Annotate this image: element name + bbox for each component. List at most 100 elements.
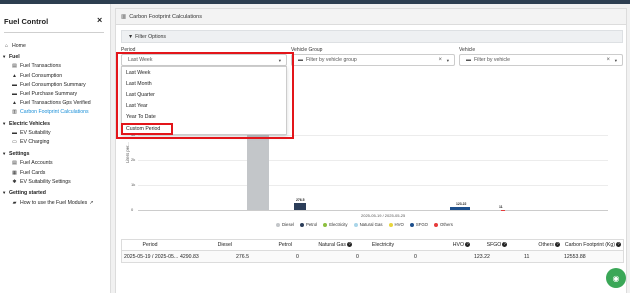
sidebar-item[interactable]: ▦ Fuel Cards: [3, 168, 108, 177]
sidebar-item[interactable]: ▥ Carbon Footprint Calculations: [3, 108, 108, 117]
column-header[interactable]: SFGO?: [472, 242, 522, 248]
legend-label: Others: [440, 222, 453, 227]
filter-options-toggle[interactable]: ▼ Filter Options: [121, 30, 623, 43]
sidebar-item-label: Carbon Footprint Calculations: [20, 109, 89, 116]
table-cell: 123.22: [474, 253, 490, 260]
help-icon[interactable]: ?: [347, 242, 352, 248]
sidebar-item-label: Home: [12, 42, 26, 49]
help-icon[interactable]: ?: [616, 242, 621, 248]
sidebar-item-label: Fuel Consumption: [20, 72, 63, 79]
sidebar-item-label: Fuel Cards: [20, 169, 46, 176]
data-label: 123.22: [456, 201, 467, 206]
legend-label: Natural Gas: [359, 222, 383, 227]
sidebar-item[interactable]: ▬ EV Suitability: [3, 129, 108, 138]
sidebar-item[interactable]: ▬ Fuel Consumption Summary: [3, 80, 108, 89]
table-cell: 2025-05-19 / 2025-05...: [124, 253, 178, 260]
sidebar-item[interactable]: ▲ Fuel Transactions Gps Verified: [3, 99, 108, 108]
book-icon: ▰: [12, 199, 17, 206]
column-header[interactable]: Period: [122, 242, 178, 248]
vehicle-label: Vehicle: [459, 47, 476, 53]
legend-swatch: [388, 222, 393, 227]
car-icon: ▬: [12, 91, 17, 98]
fire-icon: ▲: [12, 100, 17, 107]
car-icon: ▬: [12, 130, 17, 137]
main-panel: ▥ Carbon Footprint Calculations ▼ Filter…: [115, 8, 627, 293]
bar-sfgo[interactable]: [450, 206, 470, 210]
y-tick-label: 1k: [131, 182, 136, 187]
bar-petrol[interactable]: [294, 203, 306, 210]
column-header[interactable]: Electricity: [354, 242, 412, 248]
help-icon[interactable]: ?: [465, 242, 470, 248]
panel-header: ▥ Carbon Footprint Calculations: [115, 8, 627, 25]
column-header[interactable]: Others?: [522, 242, 562, 248]
sidebar-item-label: Settings: [9, 151, 30, 158]
column-header[interactable]: Diesel: [178, 242, 234, 248]
sidebar-item[interactable]: ⌂ Home: [3, 41, 108, 50]
sidebar-group[interactable]: ▾ Electric Vehicles: [3, 120, 108, 129]
car-icon: ▬: [12, 81, 17, 88]
bar-others[interactable]: [501, 209, 505, 212]
sidebar-item[interactable]: ▭ EV Charging: [3, 138, 108, 147]
legend-item[interactable]: HVO: [388, 222, 404, 227]
table-cell: 4290.83: [180, 253, 199, 260]
sidebar-item[interactable]: ▬ Fuel Purchase Summary: [3, 89, 108, 98]
sidebar-group[interactable]: ▾ Fuel: [3, 53, 108, 62]
gridline: [138, 185, 608, 186]
data-label: 276.5: [296, 198, 305, 203]
legend-item[interactable]: Others: [434, 222, 453, 227]
sidebar-item-label: Fuel Transactions Gps Verified: [20, 100, 91, 107]
sidebar-group[interactable]: ▾ Settings: [3, 150, 108, 159]
sidebar-item[interactable]: ▤ Fuel Transactions: [3, 62, 108, 71]
legend-swatch: [434, 222, 439, 227]
close-icon[interactable]: ×: [97, 15, 102, 25]
legend-item[interactable]: Petrol: [299, 222, 317, 227]
column-header[interactable]: HVO?: [412, 242, 472, 248]
sidebar-title: Fuel Control: [4, 17, 49, 26]
column-header[interactable]: Carbon Footprint (Kg)?: [562, 242, 623, 248]
sidebar-item[interactable]: ✱ EV Suitability Settings: [3, 177, 108, 186]
table-cell: 276.5: [236, 253, 249, 260]
column-header-label: Petrol: [278, 242, 292, 248]
legend-item[interactable]: Diesel: [276, 222, 294, 227]
sidebar-item-label: Getting started: [9, 190, 46, 197]
sidebar-item-label: Fuel Consumption Summary: [20, 81, 86, 88]
chat-support-button[interactable]: ◉: [606, 268, 626, 288]
table-cell: 12553.88: [564, 253, 586, 260]
sidebar-item[interactable]: ▲ Fuel Consumption: [3, 71, 108, 80]
vehicle-select[interactable]: ▬ Filter by vehicle × ▾: [459, 54, 623, 66]
legend-swatch: [409, 222, 414, 227]
data-label: 11: [499, 204, 503, 209]
legend-item[interactable]: Natural Gas: [353, 222, 383, 227]
sidebar-group[interactable]: ▾ Getting started: [3, 189, 108, 198]
help-icon[interactable]: ?: [555, 242, 560, 248]
legend-swatch: [276, 222, 280, 227]
table-cell: 11: [524, 253, 530, 260]
legend-item[interactable]: SFGO: [409, 222, 429, 227]
column-header[interactable]: Petrol: [234, 242, 294, 248]
help-icon[interactable]: ?: [502, 242, 508, 248]
list-icon: ▤: [12, 160, 17, 167]
legend-item[interactable]: Electricity: [323, 222, 348, 227]
page-title: Carbon Footprint Calculations: [129, 13, 202, 20]
vehicle-placeholder: Filter by vehicle: [474, 57, 511, 63]
column-header[interactable]: Natural Gas?: [294, 242, 354, 248]
sidebar: Fuel Control × ⌂ Home ▾ Fuel ▤ Fuel Transacti…: [0, 4, 111, 293]
battery-icon: ▭: [12, 139, 17, 146]
y-axis-label: Liters per...: [125, 142, 130, 163]
legend-swatch: [353, 222, 358, 227]
filter-icon: ▼: [128, 33, 134, 40]
car-icon: ▬: [298, 57, 303, 63]
sidebar-item[interactable]: ▰ How to use the Fuel Modules ↗: [3, 198, 108, 207]
sidebar-item-label: EV Charging: [20, 139, 50, 146]
chart-icon: ▥: [12, 109, 17, 116]
sidebar-item-label: EV Suitability: [20, 130, 51, 137]
sidebar-item[interactable]: ▤ Fuel Accounts: [3, 159, 108, 168]
sidebar-menu: ⌂ Home ▾ Fuel ▤ Fuel Transactions ▲ Fuel Consum…: [3, 41, 108, 207]
highlight-box-custom-period: [121, 123, 173, 135]
y-tick-label: 0: [131, 207, 134, 212]
clear-icon[interactable]: ×: [606, 57, 610, 63]
vehicle-group-select[interactable]: ▬ Filter by vehicle group × ▾: [291, 54, 455, 66]
clear-icon[interactable]: ×: [438, 57, 442, 63]
legend-label: SFGO: [415, 222, 429, 227]
chevron-down-icon: ▾: [446, 58, 449, 63]
